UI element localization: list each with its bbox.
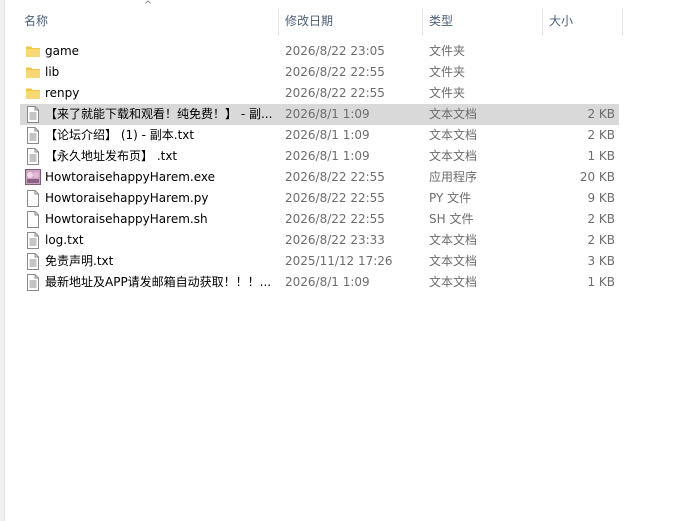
file-modified-date: 2026/8/22 22:55 [285,170,385,184]
file-size: 9 KB [587,191,615,205]
folder-icon [25,85,41,102]
file-type: 文本文档 [429,128,478,142]
file-type: 文件夹 [429,44,466,58]
file-size: 1 KB [587,275,615,289]
file-name: HowtoraisehappyHarem.py [45,191,209,205]
file-name: 最新地址及APP请发邮箱自动获取！！！... [45,275,272,289]
file-type: SH 文件 [429,212,474,226]
text-document-icon [25,106,41,123]
file-type: 文本文档 [429,107,478,121]
file-size [543,62,615,83]
file-list: game 2026/8/22 23:05 文件夹 lib 2026/8/22 22:55… [0,41,694,293]
file-name: 免责声明.txt [45,254,114,268]
file-modified-date: 2026/8/1 1:09 [285,275,370,289]
file-explorer: ^ 名称 修改日期 类型 大小 game 2026/8/22 23:05 文件夹 li… [0,0,694,521]
blank-file-icon [25,190,41,207]
file-modified-date: 2026/8/22 23:05 [285,44,385,58]
folder-icon [25,43,41,60]
column-header: ^ 名称 修改日期 类型 大小 [0,0,694,36]
file-row[interactable]: renpy 2026/8/22 22:55 文件夹 [0,83,694,104]
file-type: 文本文档 [429,149,478,163]
file-row[interactable]: 【来了就能下载和观看！纯免费！】 - 副... 2026/8/1 1:09 文本文档… [0,104,694,125]
file-modified-date: 2026/8/22 22:55 [285,212,385,226]
file-size: 2 KB [587,107,615,121]
file-type: 文本文档 [429,233,478,247]
file-name: log.txt [45,233,84,247]
column-header-type[interactable]: 类型 [423,0,542,36]
file-name: 【论坛介绍】 (1) - 副本.txt [45,128,195,142]
file-name: game [45,44,80,58]
file-size [543,83,615,104]
file-size: 3 KB [587,254,615,268]
file-row[interactable]: HowtoraisehappyHarem.sh 2026/8/22 22:55 SH… [0,209,694,230]
file-size: 2 KB [587,128,615,142]
file-size: 20 KB [579,170,615,184]
column-divider[interactable] [622,8,623,36]
file-name: HowtoraisehappyHarem.exe [45,170,215,184]
file-row[interactable]: game 2026/8/22 23:05 文件夹 [0,41,694,62]
file-row[interactable]: 【论坛介绍】 (1) - 副本.txt 2026/8/1 1:09 文本文档 2 KB [0,125,694,146]
file-name: 【来了就能下载和观看！纯免费！】 - 副... [45,107,273,121]
file-row[interactable]: HowtoraisehappyHarem.py 2026/8/22 22:55 PY… [0,188,694,209]
column-header-size[interactable]: 大小 [543,0,622,36]
text-document-icon [25,148,41,165]
file-row[interactable]: 免责声明.txt 2025/11/12 17:26 文本文档 3 KB [0,251,694,272]
file-modified-date: 2026/8/1 1:09 [285,128,370,142]
file-modified-date: 2026/8/22 22:55 [285,86,385,100]
file-name: renpy [45,86,80,100]
file-name: lib [45,65,60,79]
file-row[interactable]: lib 2026/8/22 22:55 文件夹 [0,62,694,83]
file-size: 1 KB [587,149,615,163]
blank-file-icon [25,211,41,228]
file-type: 应用程序 [429,170,478,184]
folder-icon [25,64,41,81]
text-document-icon [25,127,41,144]
text-document-icon [25,253,41,270]
file-name: HowtoraisehappyHarem.sh [45,212,208,226]
application-icon [25,169,41,186]
file-type: 文本文档 [429,254,478,268]
text-document-icon [25,274,41,291]
file-modified-date: 2026/8/1 1:09 [285,107,370,121]
file-type: 文件夹 [429,86,466,100]
file-type: PY 文件 [429,191,472,205]
file-row[interactable]: 最新地址及APP请发邮箱自动获取！！！... 2026/8/1 1:09 文本文档 1… [0,272,694,293]
file-modified-date: 2026/8/1 1:09 [285,149,370,163]
file-name: 【永久地址发布页】 .txt [45,149,178,163]
file-row[interactable]: log.txt 2026/8/22 23:33 文本文档 2 KB [0,230,694,251]
file-type: 文本文档 [429,275,478,289]
file-modified-date: 2026/8/22 22:55 [285,191,385,205]
file-row[interactable]: HowtoraisehappyHarem.exe 2026/8/22 22:55 应… [0,167,694,188]
column-header-date[interactable]: 修改日期 [279,0,422,36]
file-modified-date: 2025/11/12 17:26 [285,254,393,268]
column-header-name[interactable]: 名称 [18,0,278,36]
file-modified-date: 2026/8/22 22:55 [285,65,385,79]
text-document-icon [25,232,41,249]
file-size: 2 KB [587,212,615,226]
file-size [543,41,615,62]
file-modified-date: 2026/8/22 23:33 [285,233,385,247]
file-size: 2 KB [587,233,615,247]
file-row[interactable]: 【永久地址发布页】 .txt 2026/8/1 1:09 文本文档 1 KB [0,146,694,167]
file-type: 文件夹 [429,65,466,79]
